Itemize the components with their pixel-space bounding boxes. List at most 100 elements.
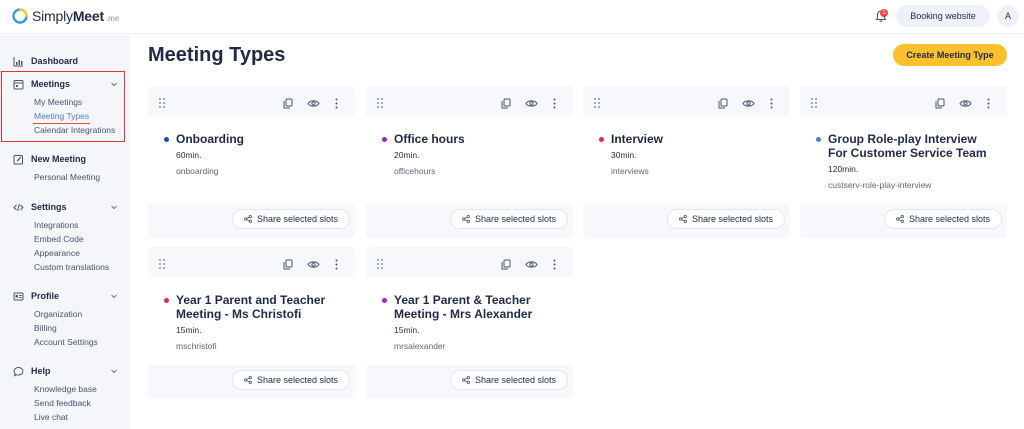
- copy-icon[interactable]: [501, 98, 511, 109]
- share-button-label: Share selected slots: [474, 375, 557, 385]
- card-slug: mrsalexander: [394, 341, 446, 351]
- chevron-down-icon: [111, 369, 117, 374]
- drag-handle-icon[interactable]: [376, 258, 384, 270]
- chevron-down-icon: [111, 205, 117, 210]
- logo-text: SimplyMeet: [32, 8, 104, 24]
- card-duration: 120min.: [828, 164, 859, 174]
- sidebar-item-label: Profile: [31, 291, 60, 301]
- sidebar-item-knowledge-base[interactable]: Knowledge base: [34, 384, 97, 394]
- logo-icon: [12, 8, 28, 24]
- logo[interactable]: SimplyMeet .me: [12, 8, 119, 24]
- sidebar-item-embed-code[interactable]: Embed Code: [34, 234, 84, 244]
- meeting-type-card[interactable]: Onboarding 60min. onboarding Share selec…: [148, 86, 355, 238]
- eye-icon[interactable]: [307, 99, 320, 108]
- card-duration: 15min.: [176, 325, 202, 335]
- card-title: Office hours: [394, 132, 465, 146]
- share-slots-button[interactable]: Share selected slots: [450, 370, 568, 390]
- create-meeting-type-button[interactable]: Create Meeting Type: [893, 44, 1007, 66]
- code-icon: [13, 203, 24, 211]
- card-slug: mschristofi: [176, 341, 217, 351]
- card-body: Year 1 Parent and Teacher Meeting - Ms C…: [148, 277, 355, 365]
- drag-handle-icon[interactable]: [593, 97, 601, 109]
- top-bar: SimplyMeet .me 1 Booking website A: [0, 0, 1024, 34]
- sidebar-item-integrations[interactable]: Integrations: [34, 220, 78, 230]
- card-duration: 30min.: [611, 150, 637, 160]
- sidebar: Dashboard Meetings My Meetings Meeting T…: [0, 35, 130, 429]
- sidebar-item-appearance[interactable]: Appearance: [34, 248, 80, 258]
- card-duration: 20min.: [394, 150, 420, 160]
- copy-icon[interactable]: [718, 98, 728, 109]
- card-title: Group Role-play Interview For Customer S…: [828, 132, 987, 160]
- sidebar-item-send-feedback[interactable]: Send feedback: [34, 398, 91, 408]
- sidebar-item-account-settings[interactable]: Account Settings: [34, 337, 98, 347]
- color-dot: [382, 137, 387, 142]
- more-vertical-icon[interactable]: [335, 259, 338, 270]
- share-slots-button[interactable]: Share selected slots: [450, 209, 568, 229]
- eye-icon[interactable]: [525, 99, 538, 108]
- sidebar-item-settings[interactable]: Settings: [0, 199, 130, 215]
- more-vertical-icon[interactable]: [553, 98, 556, 109]
- more-vertical-icon[interactable]: [770, 98, 773, 109]
- logo-suffix: .me: [105, 13, 120, 23]
- card-slug: onboarding: [176, 166, 219, 176]
- card-body: Onboarding 60min. onboarding: [148, 116, 355, 204]
- more-vertical-icon[interactable]: [987, 98, 990, 109]
- drag-handle-icon[interactable]: [158, 97, 166, 109]
- share-slots-button[interactable]: Share selected slots: [667, 209, 785, 229]
- card-slug: officehours: [394, 166, 436, 176]
- share-icon: [896, 215, 904, 223]
- avatar[interactable]: A: [997, 5, 1019, 27]
- more-vertical-icon[interactable]: [553, 259, 556, 270]
- booking-website-button[interactable]: Booking website: [896, 5, 990, 27]
- share-button-label: Share selected slots: [256, 214, 339, 224]
- share-button-label: Share selected slots: [256, 375, 339, 385]
- chat-bubble-icon: [13, 366, 24, 377]
- card-title: Interview: [611, 132, 664, 146]
- chart-icon: [13, 56, 23, 66]
- sidebar-item-label: Help: [31, 366, 51, 376]
- sidebar-item-help[interactable]: Help: [0, 363, 130, 379]
- color-dot: [382, 298, 387, 303]
- sidebar-item-profile[interactable]: Profile: [0, 288, 130, 304]
- share-slots-button[interactable]: Share selected slots: [884, 209, 1002, 229]
- sidebar-item-new-meeting[interactable]: New Meeting: [0, 151, 130, 167]
- color-dot: [164, 137, 169, 142]
- sidebar-item-billing[interactable]: Billing: [34, 323, 57, 333]
- more-vertical-icon[interactable]: [335, 98, 338, 109]
- eye-icon[interactable]: [525, 260, 538, 269]
- card-title: Year 1 Parent and Teacher Meeting - Ms C…: [176, 293, 326, 321]
- card-slug: interviews: [611, 166, 649, 176]
- drag-handle-icon[interactable]: [376, 97, 384, 109]
- sidebar-item-label: Dashboard: [31, 56, 79, 66]
- sidebar-item-organization[interactable]: Organization: [34, 309, 82, 319]
- meeting-type-card[interactable]: Year 1 Parent and Teacher Meeting - Ms C…: [148, 247, 355, 399]
- meeting-type-card[interactable]: Group Role-play Interview For Customer S…: [800, 86, 1007, 238]
- notification-badge: 1: [880, 9, 888, 17]
- share-slots-button[interactable]: Share selected slots: [232, 209, 350, 229]
- share-button-label: Share selected slots: [474, 214, 557, 224]
- copy-icon[interactable]: [283, 98, 293, 109]
- meeting-type-card[interactable]: Interview 30min. interviews Share select…: [583, 86, 790, 238]
- share-icon: [679, 215, 687, 223]
- drag-handle-icon[interactable]: [810, 97, 818, 109]
- sidebar-item-custom-translations[interactable]: Custom translations: [34, 262, 109, 272]
- card-duration: 60min.: [176, 150, 202, 160]
- drag-handle-icon[interactable]: [158, 258, 166, 270]
- copy-icon[interactable]: [935, 98, 945, 109]
- share-slots-button[interactable]: Share selected slots: [232, 370, 350, 390]
- sidebar-item-live-chat[interactable]: Live chat: [34, 412, 68, 422]
- sidebar-item-personal-meeting[interactable]: Personal Meeting: [34, 172, 100, 182]
- page-title: Meeting Types: [148, 44, 286, 66]
- copy-icon[interactable]: [283, 259, 293, 270]
- meeting-type-card[interactable]: Year 1 Parent & Teacher Meeting - Mrs Al…: [366, 247, 573, 399]
- copy-icon[interactable]: [501, 259, 511, 270]
- eye-icon[interactable]: [959, 99, 972, 108]
- eye-icon[interactable]: [307, 260, 320, 269]
- meeting-type-card[interactable]: Office hours 20min. officehours Share se…: [366, 86, 573, 238]
- color-dot: [164, 298, 169, 303]
- eye-icon[interactable]: [742, 99, 755, 108]
- sidebar-item-dashboard[interactable]: Dashboard: [0, 53, 130, 69]
- card-slug: custserv-role-play-interview: [828, 180, 932, 190]
- card-title: Onboarding: [176, 132, 244, 146]
- share-icon: [244, 215, 252, 223]
